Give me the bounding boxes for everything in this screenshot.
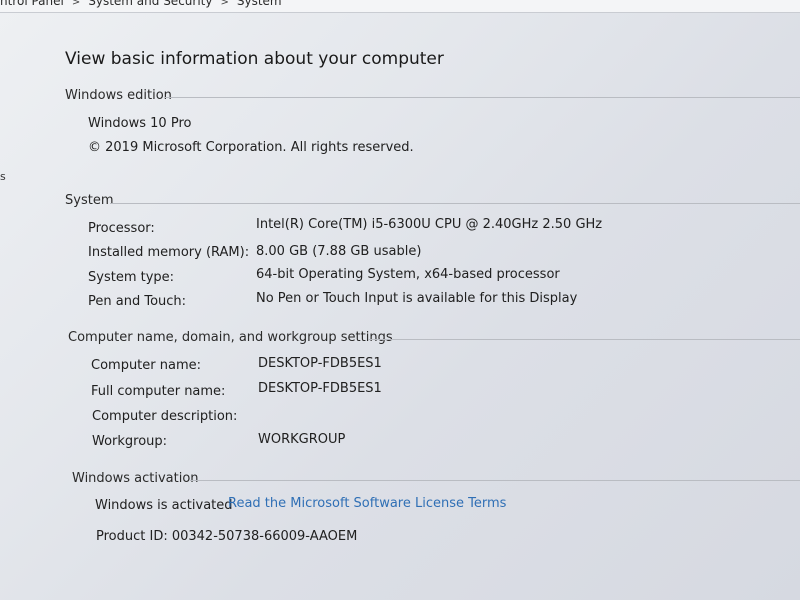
breadcrumb: ntrol Panel > System and Security > System xyxy=(0,0,282,8)
full-computer-name-label: Full computer name: xyxy=(91,384,226,399)
system-type-label: System type: xyxy=(88,270,175,285)
computer-name-value: DESKTOP-FDB5ES1 xyxy=(258,356,382,371)
section-divider xyxy=(368,339,800,340)
section-divider xyxy=(190,480,800,481)
section-header-system: System xyxy=(65,193,114,208)
copyright-text: © 2019 Microsoft Corporation. All rights… xyxy=(88,140,414,155)
pen-and-touch-label: Pen and Touch: xyxy=(88,294,187,309)
section-divider xyxy=(165,97,800,98)
workgroup-label: Workgroup: xyxy=(92,434,168,449)
installed-memory-value: 8.00 GB (7.88 GB usable) xyxy=(256,244,422,259)
processor-value: Intel(R) Core(TM) i5-6300U CPU @ 2.40GHz… xyxy=(256,217,603,232)
processor-label: Processor: xyxy=(88,221,155,236)
breadcrumb-item-control-panel[interactable]: ntrol Panel xyxy=(0,0,64,8)
workgroup-value: WORKGROUP xyxy=(258,432,346,447)
system-type-value: 64-bit Operating System, x64-based proce… xyxy=(256,267,560,282)
section-header-windows-activation: Windows activation xyxy=(72,471,199,486)
pen-and-touch-value: No Pen or Touch Input is available for t… xyxy=(256,291,578,306)
section-header-windows-edition: Windows edition xyxy=(65,88,172,103)
product-id: Product ID: 00342-50738-66009-AAOEM xyxy=(96,529,358,544)
section-header-computer-name: Computer name, domain, and workgroup set… xyxy=(68,330,393,345)
chevron-right-icon: > xyxy=(220,0,229,8)
breadcrumb-item-system[interactable]: System xyxy=(237,0,282,8)
section-divider xyxy=(110,203,800,204)
computer-description-label: Computer description: xyxy=(92,409,238,424)
computer-name-label: Computer name: xyxy=(91,358,202,373)
side-panel-fragment: s xyxy=(0,170,6,183)
windows-edition-value: Windows 10 Pro xyxy=(88,116,192,131)
address-bar: ntrol Panel > System and Security > System xyxy=(0,0,800,13)
installed-memory-label: Installed memory (RAM): xyxy=(88,245,250,260)
chevron-right-icon: > xyxy=(71,0,81,8)
full-computer-name-value: DESKTOP-FDB5ES1 xyxy=(258,381,382,396)
activation-status: Windows is activated xyxy=(95,498,233,513)
license-terms-link[interactable]: Read the Microsoft Software License Term… xyxy=(228,496,506,511)
page-title: View basic information about your comput… xyxy=(65,49,444,69)
breadcrumb-item-system-and-security[interactable]: System and Security xyxy=(88,0,212,8)
